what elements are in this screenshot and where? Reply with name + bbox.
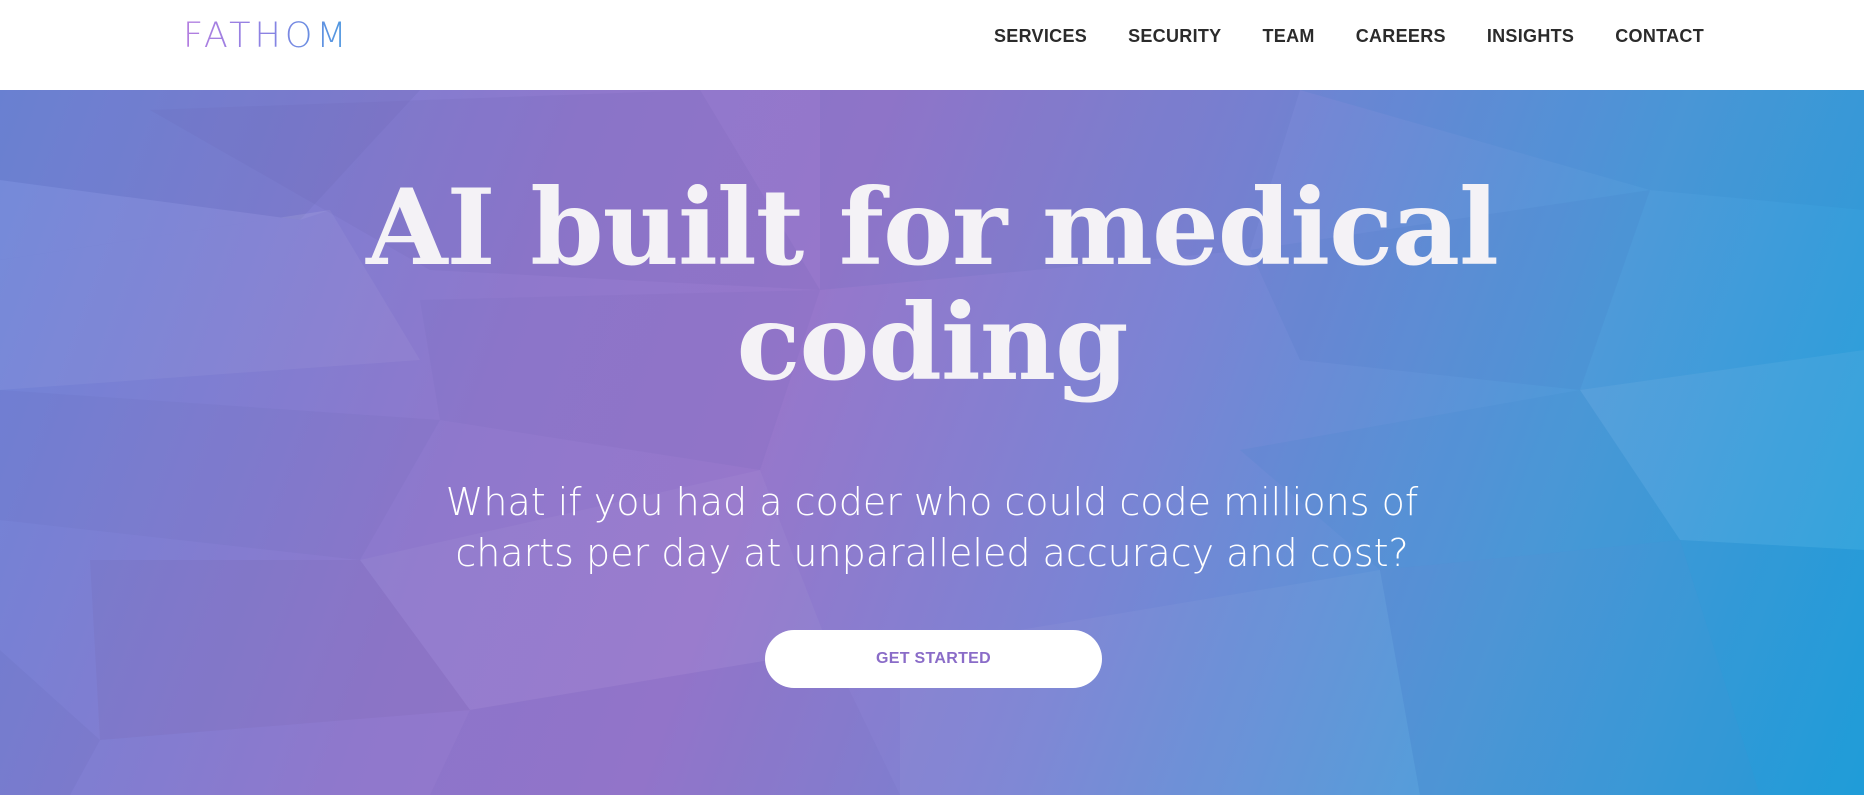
main-nav: SERVICES SECURITY TEAM CAREERS INSIGHTS … (953, 24, 1704, 48)
hero-subtitle-line-2: charts per day at unparalleled accuracy … (455, 531, 1409, 575)
hero-subtitle-line-1: What if you had a coder who could code m… (445, 480, 1419, 524)
nav-item-team[interactable]: TEAM (1262, 24, 1314, 48)
hero-title-line-1: AI built for medical (366, 165, 1499, 289)
nav-item-security[interactable]: SECURITY (1128, 24, 1221, 48)
hero-content: AI built for medical coding What if you … (0, 90, 1864, 795)
hero-subtitle: What if you had a coder who could code m… (432, 477, 1432, 579)
nav-item-services[interactable]: SERVICES (994, 24, 1087, 48)
fathom-logo[interactable]: FATHOM (183, 14, 351, 58)
nav-item-contact[interactable]: CONTACT (1615, 24, 1704, 48)
hero-title-line-2: coding (736, 280, 1128, 404)
top-navbar: FATHOM SERVICES SECURITY TEAM CAREERS IN… (0, 0, 1864, 90)
hero-title: AI built for medical coding (332, 170, 1532, 400)
nav-item-insights[interactable]: INSIGHTS (1487, 24, 1574, 48)
hero-section: AI built for medical coding What if you … (0, 90, 1864, 795)
nav-item-careers[interactable]: CAREERS (1356, 24, 1446, 48)
get-started-button[interactable]: GET STARTED (765, 630, 1102, 688)
